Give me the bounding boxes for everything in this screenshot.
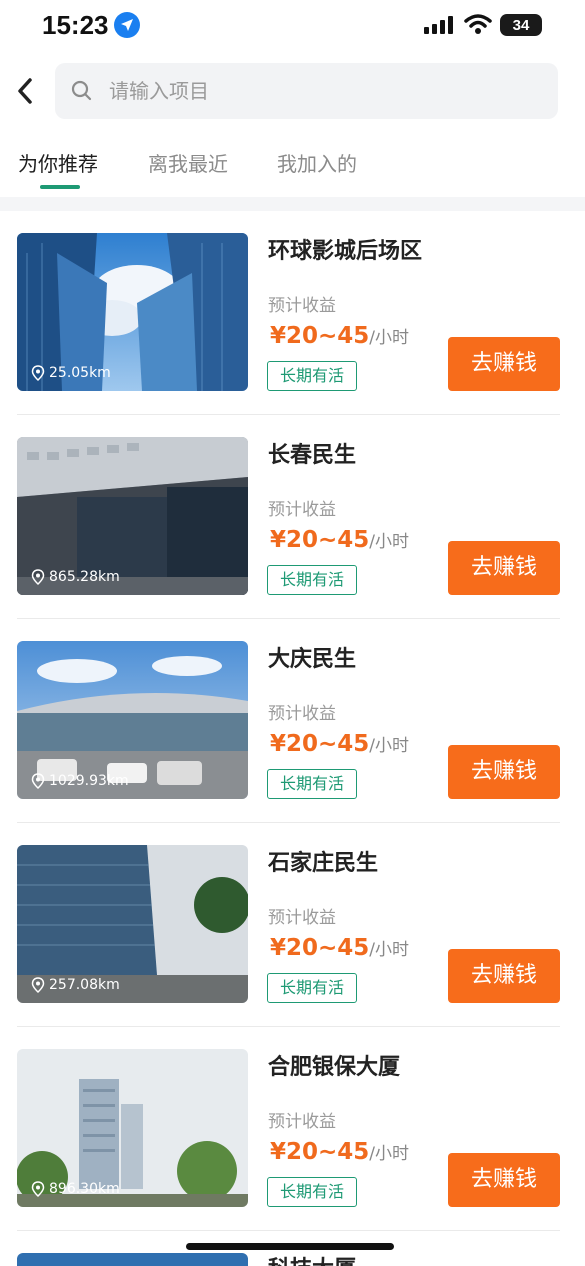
earn-money-button[interactable]: 去赚钱 bbox=[448, 1153, 560, 1207]
location-pin-icon bbox=[31, 977, 45, 993]
active-tab-indicator bbox=[40, 185, 80, 189]
search-icon bbox=[71, 80, 92, 101]
project-card[interactable]: 1029.93km 大庆民生 预计收益 ¥20~45/小时 长期有活 去赚钱 bbox=[0, 619, 585, 823]
distance-value: 896.30km bbox=[49, 1181, 120, 1197]
distance-label: 257.08km bbox=[31, 977, 120, 993]
price: ¥20~45/小时 bbox=[270, 527, 409, 553]
project-title: 环球影城后场区 bbox=[268, 239, 423, 264]
wifi-icon bbox=[464, 14, 492, 34]
price: ¥20~45/小时 bbox=[270, 1139, 409, 1165]
distance-value: 25.05km bbox=[49, 365, 111, 381]
location-pin-icon bbox=[31, 365, 45, 381]
tab-bar: 为你推荐 离我最近 我加入的 bbox=[0, 140, 585, 190]
location-pin-icon bbox=[31, 1181, 45, 1197]
project-title: 科技大厦 bbox=[268, 1251, 356, 1266]
project-card[interactable]: 865.28km 长春民生 预计收益 ¥20~45/小时 长期有活 去赚钱 bbox=[0, 415, 585, 619]
project-card[interactable]: 257.08km 石家庄民生 预计收益 ¥20~45/小时 长期有活 去赚钱 bbox=[0, 823, 585, 1027]
price-value: ¥20~45 bbox=[270, 731, 370, 757]
price-value: ¥20~45 bbox=[270, 935, 370, 961]
tab-recommended[interactable]: 为你推荐 bbox=[18, 148, 98, 177]
distance-value: 1029.93km bbox=[49, 773, 129, 789]
earn-money-button[interactable]: 去赚钱 bbox=[448, 949, 560, 1003]
earnings-label: 预计收益 bbox=[268, 1112, 336, 1132]
project-title: 大庆民生 bbox=[268, 647, 357, 672]
location-pin-icon bbox=[31, 773, 45, 789]
section-separator bbox=[0, 197, 585, 211]
earn-money-button[interactable]: 去赚钱 bbox=[448, 337, 560, 391]
price: ¥20~45/小时 bbox=[270, 731, 409, 757]
location-pin-icon bbox=[31, 569, 45, 585]
project-image: 25.05km bbox=[17, 233, 248, 391]
cellular-signal-icon bbox=[424, 16, 453, 34]
project-title: 石家庄民生 bbox=[268, 851, 379, 876]
project-list: 25.05km 环球影城后场区 预计收益 ¥20~45/小时 长期有活 去赚钱 bbox=[0, 211, 585, 1231]
status-time: 15:23 bbox=[42, 10, 109, 40]
project-card[interactable]: 896.30km 合肥银保大厦 预计收益 ¥20~45/小时 长期有活 去赚钱 bbox=[0, 1027, 585, 1231]
header bbox=[0, 60, 585, 122]
distance-label: 25.05km bbox=[31, 365, 111, 381]
price: ¥20~45/小时 bbox=[270, 935, 409, 961]
price-unit: /小时 bbox=[369, 736, 410, 756]
search-input[interactable] bbox=[109, 63, 539, 119]
distance-label: 1029.93km bbox=[31, 773, 129, 789]
earn-money-button[interactable]: 去赚钱 bbox=[448, 541, 560, 595]
project-title: 长春民生 bbox=[268, 443, 357, 468]
project-image: 1029.93km bbox=[17, 641, 248, 799]
earnings-label: 预计收益 bbox=[268, 296, 336, 316]
status-bar: 15:23 34 bbox=[0, 0, 585, 50]
long-term-tag: 长期有活 bbox=[267, 973, 358, 1003]
project-image bbox=[17, 1253, 248, 1266]
project-image: 896.30km bbox=[17, 1049, 248, 1207]
project-title: 合肥银保大厦 bbox=[268, 1055, 401, 1080]
long-term-tag: 长期有活 bbox=[267, 769, 358, 799]
tab-joined[interactable]: 我加入的 bbox=[277, 148, 357, 177]
tab-nearest[interactable]: 离我最近 bbox=[148, 148, 228, 177]
distance-value: 257.08km bbox=[49, 977, 120, 993]
distance-value: 865.28km bbox=[49, 569, 120, 585]
price: ¥20~45/小时 bbox=[270, 323, 409, 349]
earnings-label: 预计收益 bbox=[268, 704, 336, 724]
project-card[interactable]: 25.05km 环球影城后场区 预计收益 ¥20~45/小时 长期有活 去赚钱 bbox=[0, 211, 585, 415]
search-bar[interactable] bbox=[55, 63, 558, 119]
long-term-tag: 长期有活 bbox=[267, 1177, 358, 1207]
battery-icon: 34 bbox=[500, 14, 542, 36]
long-term-tag: 长期有活 bbox=[267, 361, 358, 391]
distance-label: 896.30km bbox=[31, 1181, 120, 1197]
price-value: ¥20~45 bbox=[270, 323, 370, 349]
price-unit: /小时 bbox=[369, 532, 410, 552]
project-image: 257.08km bbox=[17, 845, 248, 1003]
price-value: ¥20~45 bbox=[270, 527, 370, 553]
home-indicator[interactable] bbox=[186, 1243, 394, 1250]
earnings-label: 预计收益 bbox=[268, 500, 336, 520]
price-unit: /小时 bbox=[369, 1144, 410, 1164]
long-term-tag: 长期有活 bbox=[267, 565, 358, 595]
distance-label: 865.28km bbox=[31, 569, 120, 585]
back-button[interactable] bbox=[12, 74, 38, 108]
earn-money-button[interactable]: 去赚钱 bbox=[448, 745, 560, 799]
price-unit: /小时 bbox=[369, 940, 410, 960]
location-arrow-icon bbox=[114, 12, 140, 38]
price-unit: /小时 bbox=[369, 328, 410, 348]
project-image: 865.28km bbox=[17, 437, 248, 595]
earnings-label: 预计收益 bbox=[268, 908, 336, 928]
price-value: ¥20~45 bbox=[270, 1139, 370, 1165]
